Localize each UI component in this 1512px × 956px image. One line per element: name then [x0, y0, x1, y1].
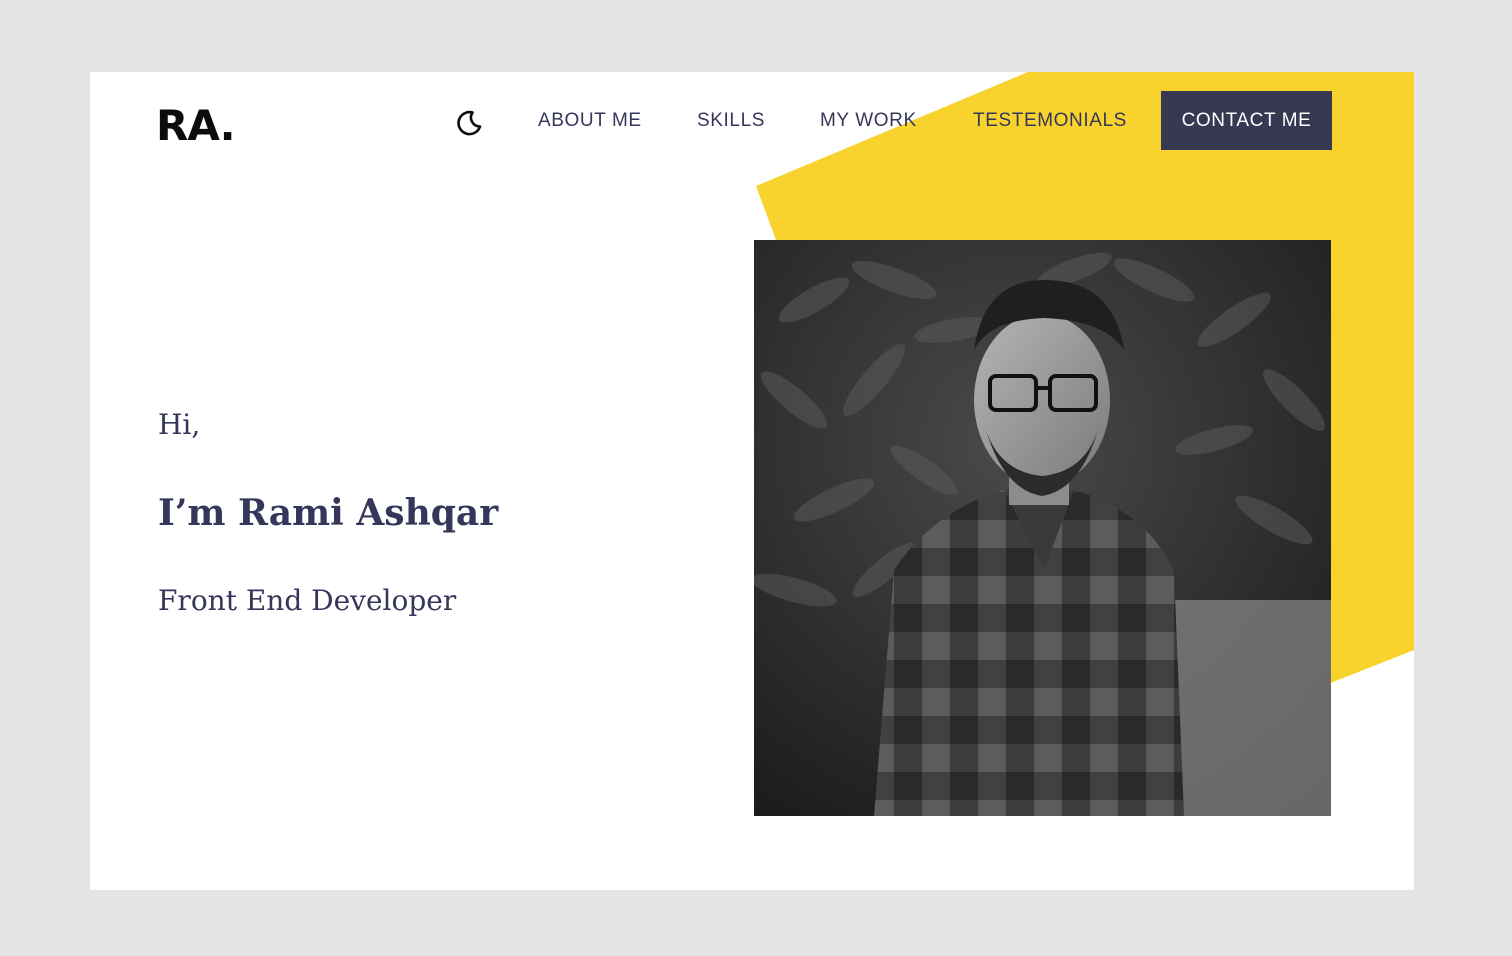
nav-link-about-me[interactable]: ABOUT ME — [538, 108, 642, 134]
nav-link-testimonials[interactable]: TESTEMONIALS — [973, 108, 1127, 134]
hero-greeting: Hi, — [158, 408, 201, 441]
landing-page: RA. ABOUT ME SKILLS MY WORK TESTEMONIALS… — [90, 72, 1414, 890]
theme-toggle-button[interactable] — [452, 106, 484, 138]
hero-name: I’m Rami Ashqar — [158, 492, 499, 534]
nav-link-skills[interactable]: SKILLS — [697, 108, 765, 134]
site-logo[interactable]: RA. — [156, 100, 236, 152]
profile-photo-illustration — [754, 240, 1331, 816]
moon-icon — [457, 110, 482, 136]
contact-me-button[interactable]: CONTACT ME — [1161, 91, 1332, 150]
nav-link-my-work[interactable]: MY WORK — [820, 108, 917, 134]
profile-photo — [754, 240, 1331, 816]
hero-role: Front End Developer — [158, 584, 457, 617]
